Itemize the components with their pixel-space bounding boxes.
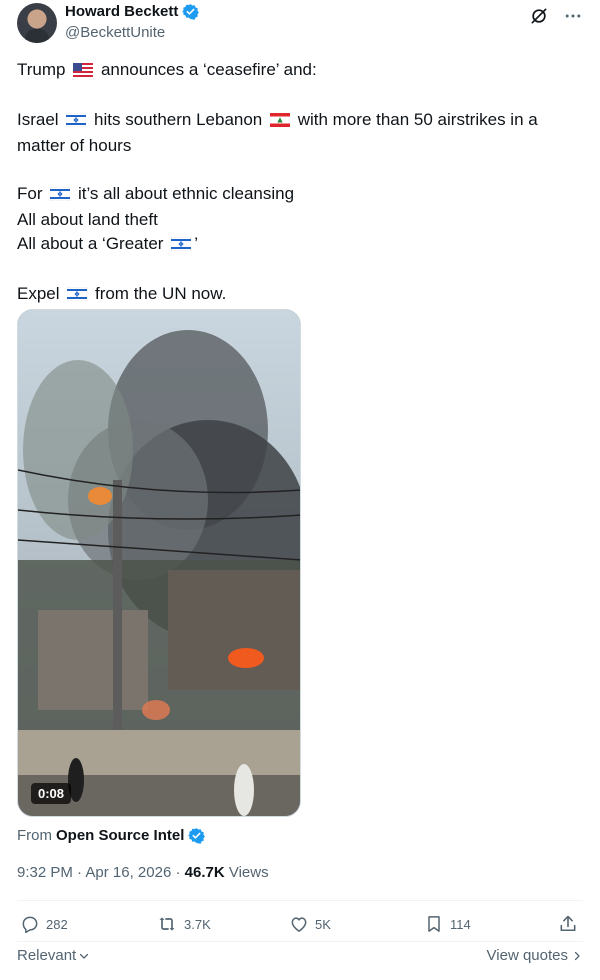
author-name[interactable]: Howard Beckett — [65, 3, 178, 20]
post-text-line: Israel hits southern Lebanon with more t… — [17, 108, 577, 134]
top-actions — [529, 6, 583, 26]
flag-israel-icon — [67, 284, 88, 308]
repost-button[interactable]: 3.7K — [156, 914, 211, 934]
avatar[interactable] — [17, 3, 57, 43]
source-prefix: From — [17, 827, 52, 844]
meta-separator: · — [175, 864, 185, 881]
more-options-icon[interactable] — [563, 6, 583, 26]
post-meta: 9:32 PM · Apr 16, 2026 · 46.7K Views — [17, 864, 269, 881]
post-text-line: For it’s all about ethnic cleansing — [17, 182, 577, 208]
video-player[interactable]: 0:08 — [17, 309, 301, 817]
share-button[interactable] — [558, 914, 578, 934]
post-text-fragment: announces a ‘ceasefire’ and: — [96, 60, 317, 79]
chevron-right-icon — [574, 951, 580, 960]
post-text-line: All about land theft — [17, 208, 577, 232]
sort-replies-dropdown[interactable]: Relevant — [17, 947, 90, 964]
author-handle[interactable]: @BeckettUnite — [65, 24, 165, 41]
post-text-fragment: ’ — [194, 234, 198, 253]
post-text-fragment: Israel — [17, 110, 64, 129]
replies-footer: Relevant View quotes — [17, 947, 583, 967]
post-text-fragment: from the UN now. — [90, 284, 227, 303]
post-text-fragment: Trump — [17, 60, 71, 79]
source-name[interactable]: Open Source Intel — [56, 827, 184, 844]
flag-israel-icon — [170, 234, 192, 258]
reply-count: 282 — [46, 916, 68, 932]
verified-badge-icon — [182, 3, 200, 20]
flag-israel-icon — [66, 110, 87, 134]
reply-button[interactable]: 282 — [20, 914, 68, 934]
view-quotes-label: View quotes — [486, 947, 568, 964]
chevron-down-icon — [80, 953, 89, 959]
flag-israel-icon — [49, 184, 71, 208]
share-icon — [560, 915, 576, 932]
grok-icon[interactable] — [529, 6, 549, 26]
post: Howard Beckett @BeckettUnite Trump annou… — [0, 0, 600, 980]
post-text-line: All about a ‘Greater ’ — [17, 232, 577, 258]
post-time[interactable]: 9:32 PM — [17, 864, 73, 881]
video-duration-badge: 0:08 — [31, 783, 72, 804]
reply-icon — [22, 916, 38, 934]
like-button[interactable]: 5K — [289, 914, 331, 934]
post-text-line — [17, 258, 577, 282]
post-text-line: Expel from the UN now. — [17, 282, 577, 308]
divider — [17, 941, 583, 942]
post-text-fragment: hits southern Lebanon — [89, 110, 267, 129]
video-thumbnail — [18, 310, 300, 816]
views-label: Views — [228, 864, 269, 881]
view-quotes-link[interactable]: View quotes — [487, 947, 583, 964]
post-text: Trump announces a ‘ceasefire’ and: Israel… — [17, 58, 577, 308]
action-bar: 282 3.7K 5K 114 — [20, 914, 582, 938]
flag-usa-icon — [73, 60, 94, 84]
sort-label: Relevant — [17, 947, 77, 964]
repost-count: 3.7K — [184, 916, 211, 932]
bookmark-button[interactable]: 114 — [424, 914, 471, 934]
post-text-line — [17, 84, 577, 108]
like-count: 5K — [315, 916, 331, 932]
post-text-fragment: All about land theft — [17, 210, 158, 229]
post-text-line — [17, 158, 577, 182]
post-text-line: Trump announces a ‘ceasefire’ and: — [17, 58, 577, 84]
bookmark-icon — [428, 916, 440, 932]
source-attribution: From Open Source Intel — [17, 827, 206, 844]
post-text-line: matter of hours — [17, 134, 577, 158]
flag-lebanon-icon — [269, 110, 290, 134]
heart-icon — [291, 917, 307, 932]
post-text-fragment: with more than 50 airstrikes in a — [292, 110, 538, 129]
repost-icon — [159, 917, 175, 931]
post-date[interactable]: Apr 16, 2026 — [85, 864, 171, 881]
bookmark-count: 114 — [450, 916, 471, 932]
divider — [17, 900, 583, 901]
author-name-row[interactable]: Howard Beckett — [65, 3, 200, 20]
views-count: 46.7K — [184, 864, 225, 881]
source-verified-badge-icon — [188, 827, 206, 844]
post-text-fragment: Expel — [17, 284, 65, 303]
post-text-fragment: matter of hours — [17, 136, 132, 155]
post-text-fragment: For — [17, 184, 48, 203]
post-text-fragment: it’s all about ethnic cleansing — [73, 184, 295, 203]
post-text-fragment: All about a ‘Greater — [17, 234, 169, 253]
